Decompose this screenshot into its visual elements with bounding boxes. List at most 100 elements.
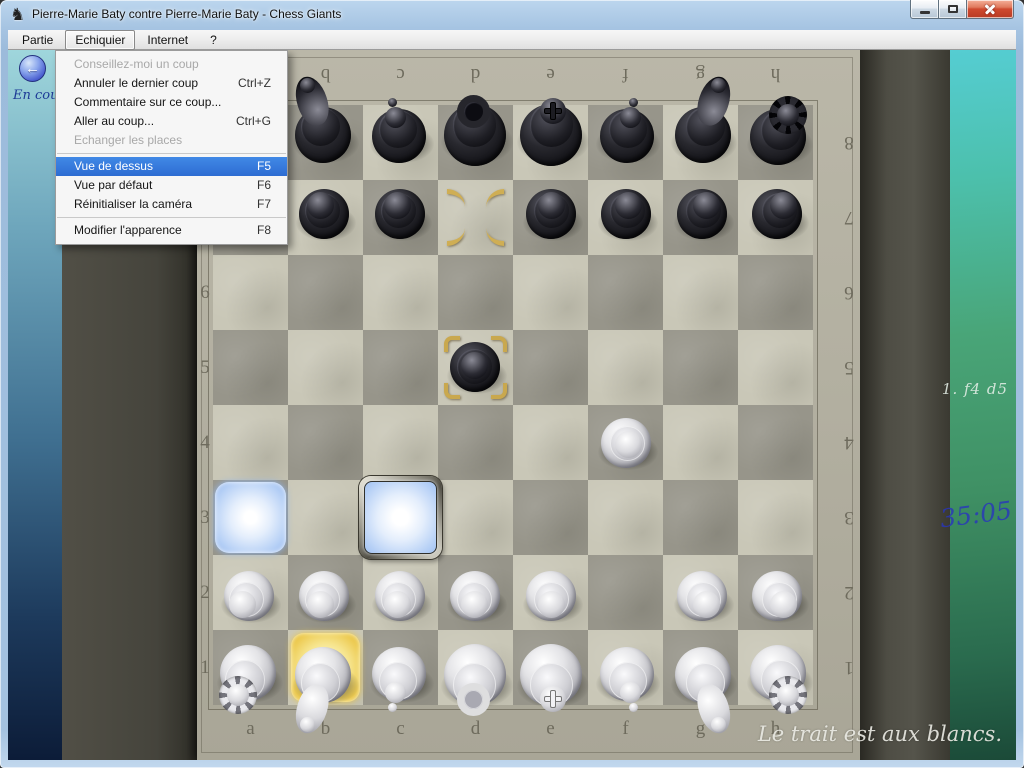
- white-pawn-f4[interactable]: [588, 405, 663, 480]
- board-square-a5[interactable]: [213, 330, 288, 405]
- file-label-bottom-a: a: [213, 718, 288, 740]
- white-bishop-c1[interactable]: [363, 630, 438, 705]
- board-square-d3[interactable]: [438, 480, 513, 555]
- board-square-f3[interactable]: [588, 480, 663, 555]
- back-button[interactable]: ←: [19, 55, 46, 82]
- file-label-top-h: h: [738, 63, 813, 85]
- black-pawn-d5[interactable]: [438, 330, 513, 405]
- menu-item-annuler-le-dernier-coup[interactable]: Annuler le dernier coupCtrl+Z: [56, 74, 287, 93]
- rank-label-right-2: 2: [841, 555, 857, 630]
- rank-label-right-8: 8: [841, 105, 857, 180]
- board-square-a4[interactable]: [213, 405, 288, 480]
- black-pawn-h7[interactable]: [738, 180, 813, 255]
- board-square-e6[interactable]: [513, 255, 588, 330]
- menubar-item-internet[interactable]: Internet: [137, 30, 198, 50]
- black-knight-b8[interactable]: [288, 105, 363, 180]
- menu-item-modifier-l-apparence[interactable]: Modifier l'apparenceF8: [56, 221, 287, 240]
- black-pawn-b7[interactable]: [288, 180, 363, 255]
- piece-crown-center: [227, 684, 249, 706]
- legal-move-frame-c3[interactable]: [359, 476, 442, 559]
- menu-item-label: Aller au coup...: [74, 112, 154, 131]
- black-pawn-f7[interactable]: [588, 180, 663, 255]
- board-square-h3[interactable]: [738, 480, 813, 555]
- close-icon: [983, 3, 997, 15]
- board-square-e5[interactable]: [513, 330, 588, 405]
- menu-item-shortcut: F6: [257, 176, 271, 195]
- piece-head: [770, 591, 797, 618]
- board-square-d6[interactable]: [438, 255, 513, 330]
- file-label-bottom-f: f: [588, 718, 663, 740]
- menu-item-vue-de-dessus[interactable]: Vue de dessusF5: [56, 157, 287, 176]
- black-pawn-g7[interactable]: [663, 180, 738, 255]
- board-square-b5[interactable]: [288, 330, 363, 405]
- board-square-f6[interactable]: [588, 255, 663, 330]
- white-pawn-h2[interactable]: [738, 555, 813, 630]
- white-rook-h1[interactable]: [738, 630, 813, 705]
- menu-item-label: Conseillez-moi un coup: [74, 55, 199, 74]
- client-area: ← En cours aabbccddeeffgghh8877665544332…: [8, 50, 1016, 760]
- board-square-c4[interactable]: [363, 405, 438, 480]
- menubar-item-partie[interactable]: Partie: [12, 30, 63, 50]
- white-knight-b1[interactable]: [288, 630, 363, 705]
- menu-item-shortcut: Ctrl+Z: [238, 74, 271, 93]
- menu-item-vue-par-defaut[interactable]: Vue par défautF6: [56, 176, 287, 195]
- menubar-item-item[interactable]: ?: [200, 30, 227, 50]
- window-title: Pierre-Marie Baty contre Pierre-Marie Ba…: [32, 7, 341, 21]
- board-square-e4[interactable]: [513, 405, 588, 480]
- board-square-f2[interactable]: [588, 555, 663, 630]
- black-pawn-c7[interactable]: [363, 180, 438, 255]
- black-queen-d8[interactable]: [438, 105, 513, 180]
- board-square-c5[interactable]: [363, 330, 438, 405]
- black-bishop-c8[interactable]: [363, 105, 438, 180]
- menu-item-commentaire-sur-ce-coup[interactable]: Commentaire sur ce coup...: [56, 93, 287, 112]
- white-pawn-g2[interactable]: [663, 555, 738, 630]
- menu-item-reinitialiser-la-camera[interactable]: Réinitialiser la caméraF7: [56, 195, 287, 214]
- menu-item-aller-au-coup[interactable]: Aller au coup...Ctrl+G: [56, 112, 287, 131]
- white-pawn-b2[interactable]: [288, 555, 363, 630]
- board-square-f5[interactable]: [588, 330, 663, 405]
- black-king-e8[interactable]: [513, 105, 588, 180]
- white-pawn-a2[interactable]: [213, 555, 288, 630]
- board-square-g6[interactable]: [663, 255, 738, 330]
- move-list: 1. f4 d5: [942, 380, 1008, 398]
- black-bishop-f8[interactable]: [588, 105, 663, 180]
- board-square-g5[interactable]: [663, 330, 738, 405]
- white-bishop-f1[interactable]: [588, 630, 663, 705]
- board-square-g4[interactable]: [663, 405, 738, 480]
- maximize-button[interactable]: [939, 0, 967, 19]
- title-bar[interactable]: ♞ Pierre-Marie Baty contre Pierre-Marie …: [0, 0, 1024, 30]
- piece-head: [693, 591, 720, 618]
- black-rook-h8[interactable]: [738, 105, 813, 180]
- board-square-g3[interactable]: [663, 480, 738, 555]
- marker-corner: [486, 228, 504, 246]
- white-pawn-d2[interactable]: [438, 555, 513, 630]
- menubar-item-echiquier[interactable]: Echiquier: [65, 30, 135, 50]
- piece-muzzle: [711, 717, 726, 732]
- minimize-button[interactable]: [910, 0, 939, 19]
- board-square-e3[interactable]: [513, 480, 588, 555]
- board-square-h4[interactable]: [738, 405, 813, 480]
- black-pawn-e7[interactable]: [513, 180, 588, 255]
- left-arrow-icon: ←: [25, 60, 40, 77]
- board-square-d4[interactable]: [438, 405, 513, 480]
- board-square-b4[interactable]: [288, 405, 363, 480]
- black-knight-g8[interactable]: [663, 105, 738, 180]
- white-knight-g1[interactable]: [663, 630, 738, 705]
- legal-move-glow-a3[interactable]: [215, 482, 286, 553]
- piece-crown: [457, 95, 490, 128]
- white-rook-a1[interactable]: [213, 630, 288, 705]
- white-pawn-c2[interactable]: [363, 555, 438, 630]
- close-button[interactable]: [967, 0, 1014, 19]
- board-square-h6[interactable]: [738, 255, 813, 330]
- board-square-c6[interactable]: [363, 255, 438, 330]
- board-square-a6[interactable]: [213, 255, 288, 330]
- white-king-e1[interactable]: [513, 630, 588, 705]
- white-pawn-e2[interactable]: [513, 555, 588, 630]
- piece-head: [538, 192, 565, 219]
- board-square-b3[interactable]: [288, 480, 363, 555]
- board-square-h5[interactable]: [738, 330, 813, 405]
- menu-item-label: Réinitialiser la caméra: [74, 195, 192, 214]
- file-label-bottom-c: c: [363, 718, 438, 740]
- board-square-b6[interactable]: [288, 255, 363, 330]
- white-queen-d1[interactable]: [438, 630, 513, 705]
